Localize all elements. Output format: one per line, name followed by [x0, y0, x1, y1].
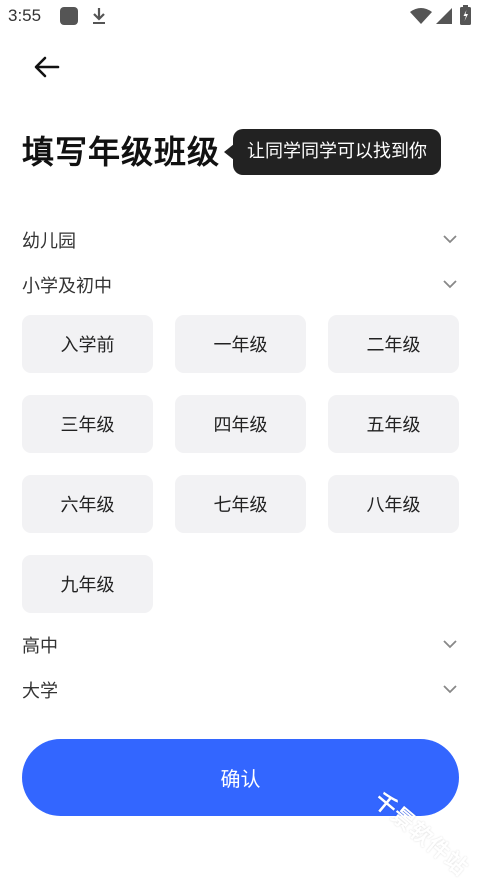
section-label: 高中 — [22, 636, 58, 657]
chevron-down-icon — [443, 235, 457, 244]
chevron-down-icon — [443, 640, 457, 649]
confirm-label: 确认 — [220, 767, 261, 791]
section-university[interactable]: 大学 — [22, 675, 460, 705]
section-primary-middle[interactable]: 小学及初中 — [22, 270, 460, 300]
app-icon — [60, 7, 78, 25]
status-bar: 3:55 — [0, 0, 480, 34]
battery-icon — [460, 5, 471, 25]
section-label: 幼儿园 — [22, 231, 76, 252]
grade-button-grade-9[interactable]: 九年级 — [22, 555, 153, 613]
section-label: 小学及初中 — [22, 276, 112, 297]
grade-button-grade-3[interactable]: 三年级 — [22, 395, 153, 453]
signal-icon — [436, 8, 452, 24]
grade-grid: 入学前 一年级 二年级 三年级 四年级 五年级 六年级 七年级 八年级 九年级 — [22, 315, 459, 613]
section-kindergarten[interactable]: 幼儿园 — [22, 225, 460, 255]
chevron-down-icon — [443, 280, 457, 289]
grade-button-grade-5[interactable]: 五年级 — [328, 395, 459, 453]
grade-button-grade-7[interactable]: 七年级 — [175, 475, 306, 533]
grade-button-grade-4[interactable]: 四年级 — [175, 395, 306, 453]
chevron-down-icon — [443, 685, 457, 694]
back-button[interactable] — [30, 52, 64, 82]
tooltip: 让同学同学可以找到你 — [233, 129, 441, 175]
section-high-school[interactable]: 高中 — [22, 630, 460, 660]
section-label: 大学 — [22, 681, 58, 702]
grade-button-pre-school[interactable]: 入学前 — [22, 315, 153, 373]
arrow-left-icon — [34, 56, 60, 78]
page-title: 填写年级班级 — [22, 133, 221, 171]
status-time: 3:55 — [8, 6, 42, 25]
grade-button-grade-6[interactable]: 六年级 — [22, 475, 153, 533]
download-icon — [93, 8, 105, 24]
grade-button-grade-2[interactable]: 二年级 — [328, 315, 459, 373]
wifi-icon — [410, 8, 432, 24]
grade-button-grade-8[interactable]: 八年级 — [328, 475, 459, 533]
grade-button-grade-1[interactable]: 一年级 — [175, 315, 306, 373]
